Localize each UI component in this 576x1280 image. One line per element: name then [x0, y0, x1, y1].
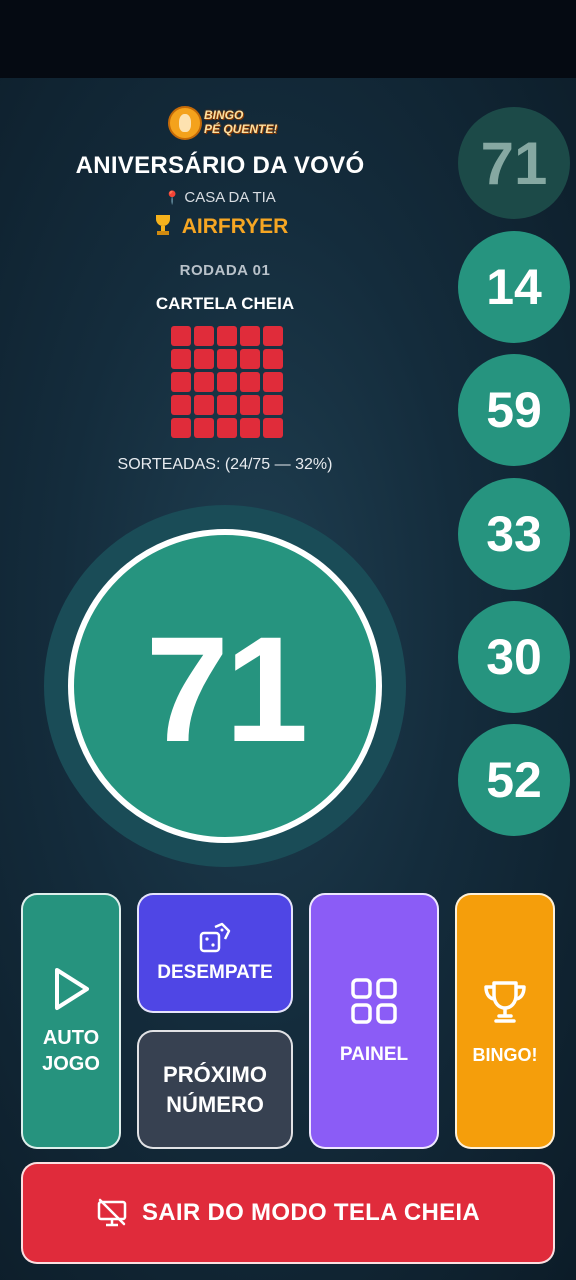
- status-bar: [0, 0, 576, 78]
- pattern-cell: [263, 326, 283, 346]
- prize: AIRFRYER: [0, 215, 440, 239]
- pattern-cell: [217, 418, 237, 438]
- history-ball-number: 33: [486, 506, 542, 562]
- pattern-cell: [171, 372, 191, 392]
- history-ball: 59: [458, 354, 570, 466]
- dice-icon: [199, 922, 231, 953]
- pattern-cell: [217, 372, 237, 392]
- trophy-icon: [484, 980, 526, 1023]
- history-ball-number: 59: [486, 382, 542, 438]
- current-ball-number: 71: [145, 605, 309, 773]
- bingo-button[interactable]: BINGO!: [455, 893, 555, 1149]
- pattern-cell: [171, 349, 191, 369]
- history-ball-number: 71: [480, 129, 548, 197]
- grid-icon: [351, 978, 397, 1024]
- panel-label: PAINEL: [339, 1044, 409, 1065]
- play-icon: [55, 968, 89, 1010]
- pattern-cell: [171, 326, 191, 346]
- auto-play-button[interactable]: AUTO JOGO: [21, 893, 121, 1149]
- pattern-cell: [240, 395, 260, 415]
- tiebreak-label: DESEMPATE: [157, 962, 273, 983]
- pattern-cell: [194, 349, 214, 369]
- pattern-cell: [171, 395, 191, 415]
- bingo-label: BINGO!: [472, 1044, 538, 1065]
- pattern-cell: [194, 395, 214, 415]
- exit-fullscreen-label: SAIR DO MODO TELA CHEIA: [141, 1199, 480, 1226]
- pattern-cell: [240, 326, 260, 346]
- pattern-cell: [263, 372, 283, 392]
- history-ball-number: 14: [486, 259, 542, 315]
- logo-text: BINGO PÉ QUENTE!: [204, 108, 277, 136]
- next-number-button[interactable]: PRÓXIMO NÚMERO: [137, 1030, 293, 1149]
- monitor-off-icon: [97, 1198, 127, 1227]
- pattern-cell: [217, 349, 237, 369]
- round-label: RODADA 01: [179, 262, 271, 279]
- history-ball: 14: [458, 231, 570, 343]
- history-ball-number: 52: [486, 752, 542, 808]
- pattern-cell: [171, 418, 191, 438]
- pattern-cell: [263, 349, 283, 369]
- pattern-cell: [217, 326, 237, 346]
- event-title: ANIVERSÁRIO DA VOVÓ: [75, 152, 365, 179]
- history-ball: 33: [458, 478, 570, 590]
- location-label: CASA DA TIA: [184, 189, 276, 206]
- auto-play-label-2: JOGO: [42, 1053, 100, 1075]
- map-pin-icon: 📍: [164, 190, 181, 205]
- exit-fullscreen-button[interactable]: SAIR DO MODO TELA CHEIA: [21, 1162, 555, 1264]
- pattern-cell: [194, 372, 214, 392]
- history-ball: 71: [458, 107, 570, 219]
- history-ball: 30: [458, 601, 570, 713]
- current-ball: 71: [68, 529, 382, 843]
- next-number-label-2: NÚMERO: [166, 1091, 264, 1117]
- tiebreak-button[interactable]: DESEMPATE: [137, 893, 293, 1013]
- pattern-grid: [171, 326, 283, 438]
- pattern-cell: [263, 418, 283, 438]
- drawn-count: SORTEADAS: (24/75 — 32%): [117, 456, 333, 473]
- pattern-cell: [240, 372, 260, 392]
- prize-label: AIRFRYER: [181, 215, 289, 238]
- history-ball: 52: [458, 724, 570, 836]
- pattern-cell: [240, 418, 260, 438]
- pattern-name: CARTELA CHEIA: [155, 294, 295, 313]
- pattern-cell: [217, 395, 237, 415]
- app-logo: BINGO PÉ QUENTE!: [168, 106, 284, 142]
- pattern-cell: [194, 326, 214, 346]
- history-ball-number: 30: [486, 629, 542, 685]
- next-number-label-1: PRÓXIMO: [163, 1061, 267, 1087]
- event-location: 📍 CASA DA TIA: [0, 189, 440, 206]
- pattern-cell: [194, 418, 214, 438]
- pattern-cell: [240, 349, 260, 369]
- logo-text-line-1: BINGO: [204, 108, 244, 122]
- trophy-icon: [152, 215, 174, 235]
- logo-text-line-2: PÉ QUENTE!: [204, 122, 278, 136]
- pattern-cell: [263, 395, 283, 415]
- foot-logo-icon: [168, 106, 202, 140]
- auto-play-label-1: AUTO: [42, 1027, 100, 1049]
- panel-button[interactable]: PAINEL: [309, 893, 439, 1149]
